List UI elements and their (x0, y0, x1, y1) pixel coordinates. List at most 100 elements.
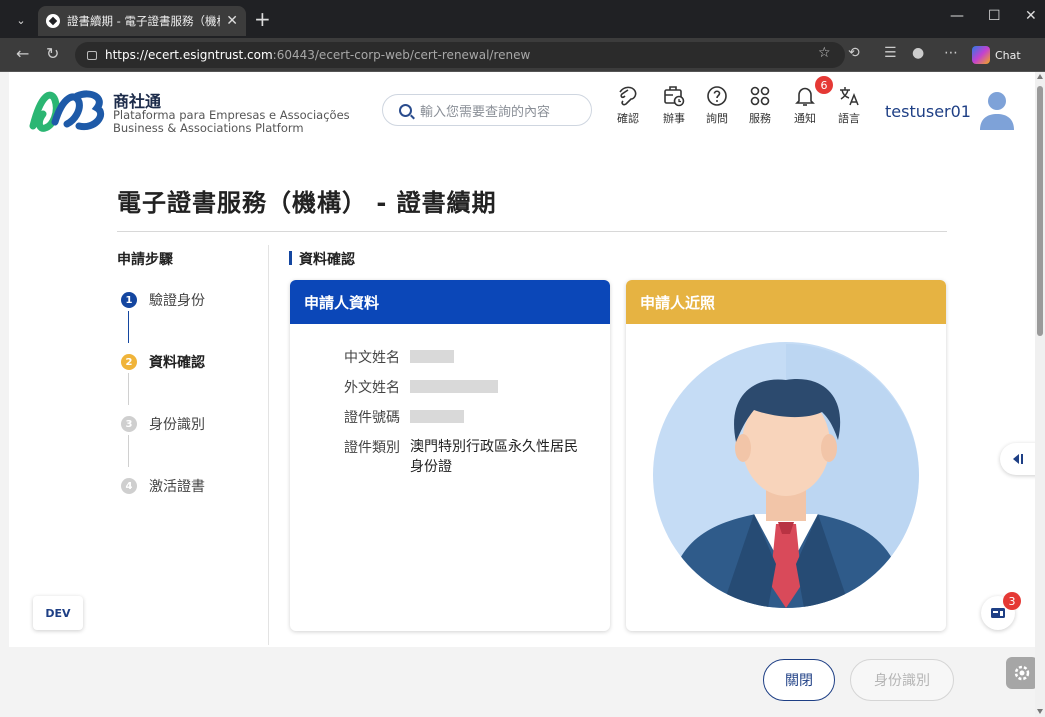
more-menu-icon[interactable]: ⋯ (944, 45, 958, 61)
copilot-chat-button[interactable]: Chat (972, 44, 1021, 66)
step-identify: 3 身份識別 (121, 414, 205, 434)
close-window-button[interactable]: ✕ (1025, 8, 1037, 24)
step-number: 3 (121, 416, 137, 432)
question-icon (707, 86, 727, 106)
section-title: 資料確認 (289, 249, 355, 269)
side-panel-toggle[interactable] (1000, 443, 1035, 475)
redacted-value (410, 380, 498, 393)
browser-titlebar: ⌄ 證書續期 - 電子證書服務（機構） ✕ + — ☐ ✕ (0, 0, 1045, 38)
site-info-icon[interactable] (87, 50, 97, 60)
tab-title: 證書續期 - 電子證書服務（機構） (67, 14, 220, 28)
settings-button[interactable] (1006, 657, 1035, 689)
reload-icon[interactable]: ↻ (46, 44, 59, 63)
close-button[interactable]: 關閉 (763, 659, 835, 701)
url-host: https://ecert.esigntrust.com (105, 48, 273, 62)
address-bar[interactable]: https://ecert.esigntrust.com:60443/ecert… (75, 42, 845, 68)
scroll-thumb[interactable] (1037, 86, 1043, 336)
scroll-up-arrow[interactable] (1037, 74, 1043, 79)
document-type-line1: 澳門特別行政區永久性居民 (410, 439, 578, 455)
page-scrollbar[interactable] (1035, 72, 1045, 717)
bell-icon (795, 87, 815, 106)
profile-icon[interactable]: ● (912, 45, 924, 61)
nav-language[interactable]: 語言 (833, 84, 865, 126)
title-divider (117, 231, 947, 232)
collapse-left-icon (1013, 454, 1023, 464)
info-row-chinese-name: 中文姓名 (344, 347, 454, 367)
step-label: 驗證身份 (149, 293, 205, 309)
applicant-info-card: 申請人資料 中文姓名 外文姓名 證件號碼 證件類別 澳門特別行政區永久性居民 身… (290, 280, 610, 631)
applicant-photo-card: 申請人近照 (626, 280, 946, 631)
main-content: 電子證書服務（機構） - 證書續期 申請步驟 1 驗證身份 2 資料確認 3 身… (9, 149, 1035, 647)
info-row-document-type: 證件類別 澳門特別行政區永久性居民 身份證 (344, 437, 578, 477)
favorite-star-icon[interactable]: ☆ (818, 45, 831, 61)
handshake-icon (619, 86, 637, 106)
close-tab-icon[interactable]: ✕ (226, 13, 238, 29)
nav-label: 辦事 (663, 112, 685, 125)
nav-enquiry[interactable]: 詢問 (701, 84, 733, 126)
step-connector (128, 311, 129, 343)
step-label: 身份識別 (149, 417, 205, 433)
dev-button[interactable]: DEV (33, 596, 83, 630)
document-type-line2: 身份證 (410, 459, 452, 475)
card-header: 申請人近照 (626, 280, 946, 324)
minimize-button[interactable]: — (950, 8, 964, 24)
grid-icon (750, 86, 770, 106)
brand-name-pt: Plataforma para Empresas e Associações (113, 108, 350, 122)
info-row-foreign-name: 外文姓名 (344, 377, 498, 397)
translate-icon (840, 87, 859, 106)
nav-services[interactable]: 服務 (744, 84, 776, 126)
message-count-badge: 3 (1003, 592, 1021, 610)
site-logo[interactable] (29, 86, 107, 134)
info-label: 外文姓名 (344, 380, 400, 396)
info-value: 澳門特別行政區永久性居民 身份證 (410, 437, 578, 477)
step-label: 資料確認 (149, 355, 205, 371)
info-label: 證件號碼 (344, 410, 400, 426)
redacted-value (410, 410, 464, 423)
notification-badge: 6 (815, 76, 833, 94)
briefcase-clock-icon (664, 86, 685, 107)
web-page: 商社通 Plataforma para Empresas e Associaçõ… (9, 72, 1035, 717)
applicant-photo-placeholder (653, 342, 919, 608)
extensions-icon[interactable]: ⟲ (848, 45, 860, 61)
step-number: 4 (121, 478, 137, 494)
message-icon (991, 608, 1005, 618)
search-input[interactable]: 輸入您需要查詢的內容 (382, 94, 592, 126)
nav-label: 確認 (617, 112, 639, 125)
user-avatar[interactable] (977, 88, 1017, 132)
card-header: 申請人資料 (290, 280, 610, 324)
step-number: 2 (121, 354, 137, 370)
nav-label: 通知 (794, 112, 816, 125)
page-title: 電子證書服務（機構） - 證書續期 (117, 189, 497, 217)
step-confirm-data: 2 資料確認 (121, 352, 205, 372)
browser-tab[interactable]: 證書續期 - 電子證書服務（機構） ✕ (38, 6, 246, 36)
nav-label: 服務 (749, 112, 771, 125)
search-icon (399, 103, 412, 117)
back-icon[interactable]: ← (16, 44, 29, 63)
info-label: 證件類別 (344, 440, 400, 456)
maximize-button[interactable]: ☐ (988, 8, 1001, 24)
search-placeholder: 輸入您需要查詢的內容 (420, 104, 551, 120)
redacted-value (410, 350, 454, 363)
site-header: 商社通 Plataforma para Empresas e Associaçõ… (9, 72, 1035, 149)
info-label: 中文姓名 (344, 350, 400, 366)
copilot-icon (972, 46, 990, 64)
step-connector (128, 435, 129, 467)
steps-divider (268, 245, 269, 645)
step-label: 激活證書 (149, 479, 205, 495)
username[interactable]: testuser01 (885, 102, 971, 121)
nav-confirm[interactable]: 確認 (612, 84, 644, 126)
favorites-list-icon[interactable]: ☰ (884, 45, 897, 61)
step-connector (128, 373, 129, 405)
site-favicon-icon (46, 14, 60, 28)
new-tab-button[interactable]: + (254, 7, 271, 31)
chat-label: Chat (995, 48, 1021, 62)
scroll-down-arrow[interactable] (1037, 709, 1043, 714)
tab-list-button[interactable]: ⌄ (10, 9, 32, 31)
step-number: 1 (121, 292, 137, 308)
gear-icon (1014, 665, 1030, 681)
nav-tasks[interactable]: 辦事 (658, 84, 690, 126)
browser-toolbar: ← ↻ https://ecert.esigntrust.com:60443/e… (0, 38, 1045, 72)
identity-verification-button[interactable]: 身份識別 (850, 659, 954, 701)
nav-label: 詢問 (706, 112, 728, 125)
steps-title: 申請步驟 (117, 252, 173, 268)
